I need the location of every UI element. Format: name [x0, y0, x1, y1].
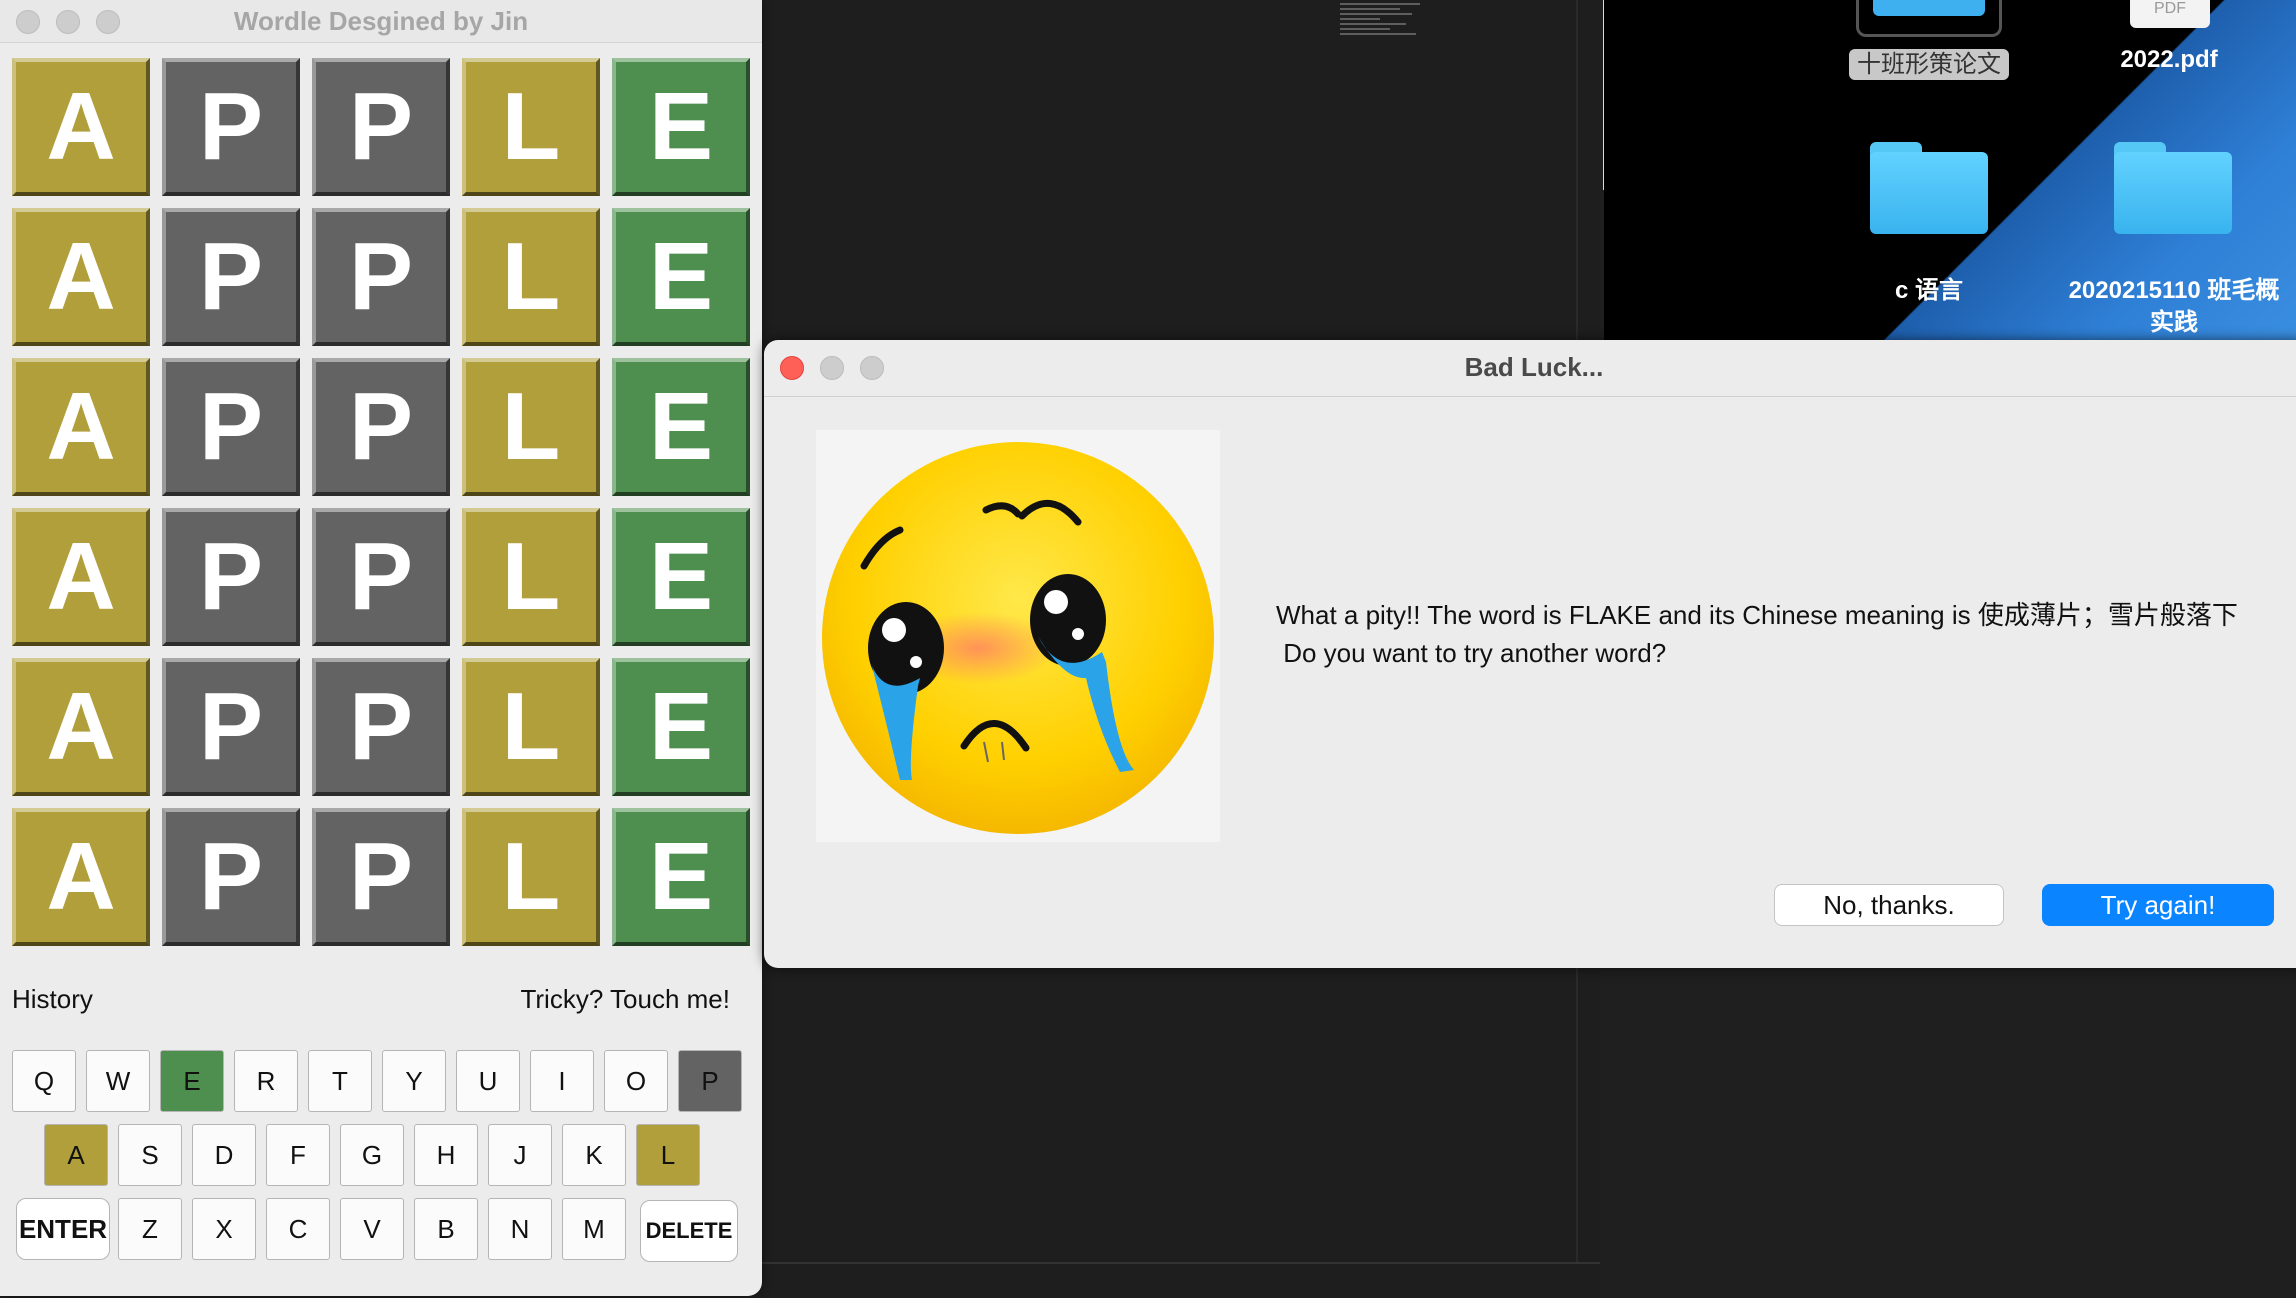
keyboard-key[interactable]: R [234, 1050, 298, 1112]
letter-tile: P [162, 358, 300, 496]
letter-tile: P [162, 208, 300, 346]
letter-tile: E [612, 808, 750, 946]
keyboard-key[interactable]: Z [118, 1198, 182, 1260]
letter-tile: P [312, 58, 450, 196]
dialog-title: Bad Luck... [1464, 352, 1604, 382]
letter-tile: L [462, 358, 600, 496]
keyboard-key[interactable]: J [488, 1124, 552, 1186]
desktop-area: 十班形策论文 PDF 2022.pdf c 语言 2020215110 班毛概 … [1604, 0, 2296, 340]
letter-tile: P [162, 508, 300, 646]
pdf-file-icon[interactable]: PDF [2130, 0, 2210, 28]
letter-tile: A [12, 208, 150, 346]
keyboard-key[interactable]: Y [382, 1050, 446, 1112]
editor-status-strip [762, 1262, 1600, 1298]
keyboard-key[interactable]: K [562, 1124, 626, 1186]
keyboard-key[interactable]: B [414, 1198, 478, 1260]
folder-icon[interactable] [1856, 0, 2002, 37]
enter-key[interactable]: ENTER [16, 1198, 110, 1260]
keyboard-key[interactable]: E [160, 1050, 224, 1112]
letter-tile: P [162, 58, 300, 196]
letter-tile: L [462, 658, 600, 796]
keyboard-key[interactable]: U [456, 1050, 520, 1112]
letter-tile: A [12, 508, 150, 646]
letter-tile: E [612, 58, 750, 196]
letter-tile: L [462, 508, 600, 646]
no-thanks-button[interactable]: No, thanks. [1774, 884, 2004, 926]
dialog-titlebar: Bad Luck... [764, 340, 2296, 397]
editor-minimap [1340, 0, 1430, 60]
keyboard-key[interactable]: T [308, 1050, 372, 1112]
letter-tile: L [462, 808, 600, 946]
wordle-window: Wordle Desgined by Jin APPLEAPPLEAPPLEAP… [0, 0, 762, 1296]
keyboard-key[interactable]: D [192, 1124, 256, 1186]
letter-tile: E [612, 208, 750, 346]
keyboard-key[interactable]: N [488, 1198, 552, 1260]
window-title: Wordle Desgined by Jin [233, 6, 529, 36]
letter-tile: A [12, 358, 150, 496]
keyboard-key[interactable]: I [530, 1050, 594, 1112]
dialog-message: What a pity!! The word is FLAKE and its … [1276, 596, 2238, 672]
try-again-button[interactable]: Try again! [2042, 884, 2274, 926]
keyboard-key[interactable]: Q [12, 1050, 76, 1112]
keyboard-key[interactable]: L [636, 1124, 700, 1186]
letter-tile: P [312, 658, 450, 796]
keyboard-key[interactable]: O [604, 1050, 668, 1112]
keyboard-key[interactable]: W [86, 1050, 150, 1112]
delete-key[interactable]: DELETE [640, 1200, 738, 1262]
hint-link[interactable]: Tricky? Touch me! [520, 984, 730, 1015]
letter-tile: E [612, 658, 750, 796]
bad-luck-dialog: Bad Luck... What a pity!! The word is FL… [764, 340, 2296, 968]
desktop-item-label[interactable]: c 语言 [1844, 270, 2014, 305]
keyboard-key[interactable]: P [678, 1050, 742, 1112]
keyboard-key[interactable]: X [192, 1198, 256, 1260]
desktop-item-label[interactable]: 2020215110 班毛概 [2054, 270, 2294, 305]
keyboard-key[interactable]: S [118, 1124, 182, 1186]
window-titlebar: Wordle Desgined by Jin [0, 0, 762, 43]
letter-tile: A [12, 58, 150, 196]
letter-tile: P [162, 808, 300, 946]
letter-tile: E [612, 358, 750, 496]
letter-tile: A [12, 808, 150, 946]
keyboard-key[interactable]: H [414, 1124, 478, 1186]
crying-face-icon [816, 430, 1220, 842]
keyboard-key[interactable]: F [266, 1124, 330, 1186]
desktop-item-label[interactable]: 2022.pdf [2084, 46, 2254, 74]
keyboard-key[interactable]: C [266, 1198, 330, 1260]
letter-tile: P [312, 358, 450, 496]
message-line: What a pity!! The word is FLAKE and its … [1276, 600, 2238, 630]
letter-tile: E [612, 508, 750, 646]
letter-tile: P [312, 508, 450, 646]
letter-tile: P [312, 208, 450, 346]
keyboard-key[interactable]: M [562, 1198, 626, 1260]
letter-tile: P [312, 808, 450, 946]
folder-icon[interactable] [2114, 142, 2232, 234]
desktop-item-label[interactable]: 实践 [2054, 302, 2294, 337]
keyboard-key[interactable]: A [44, 1124, 108, 1186]
letter-tile: P [162, 658, 300, 796]
history-link[interactable]: History [12, 984, 93, 1015]
keyboard-key[interactable]: V [340, 1198, 404, 1260]
message-line: Do you want to try another word? [1276, 638, 1667, 668]
letter-tile: L [462, 208, 600, 346]
folder-icon[interactable] [1870, 142, 1988, 234]
keyboard-key[interactable]: G [340, 1124, 404, 1186]
desktop-item-label[interactable]: 十班形策论文 [1844, 44, 2014, 80]
letter-tile: L [462, 58, 600, 196]
letter-tile: A [12, 658, 150, 796]
